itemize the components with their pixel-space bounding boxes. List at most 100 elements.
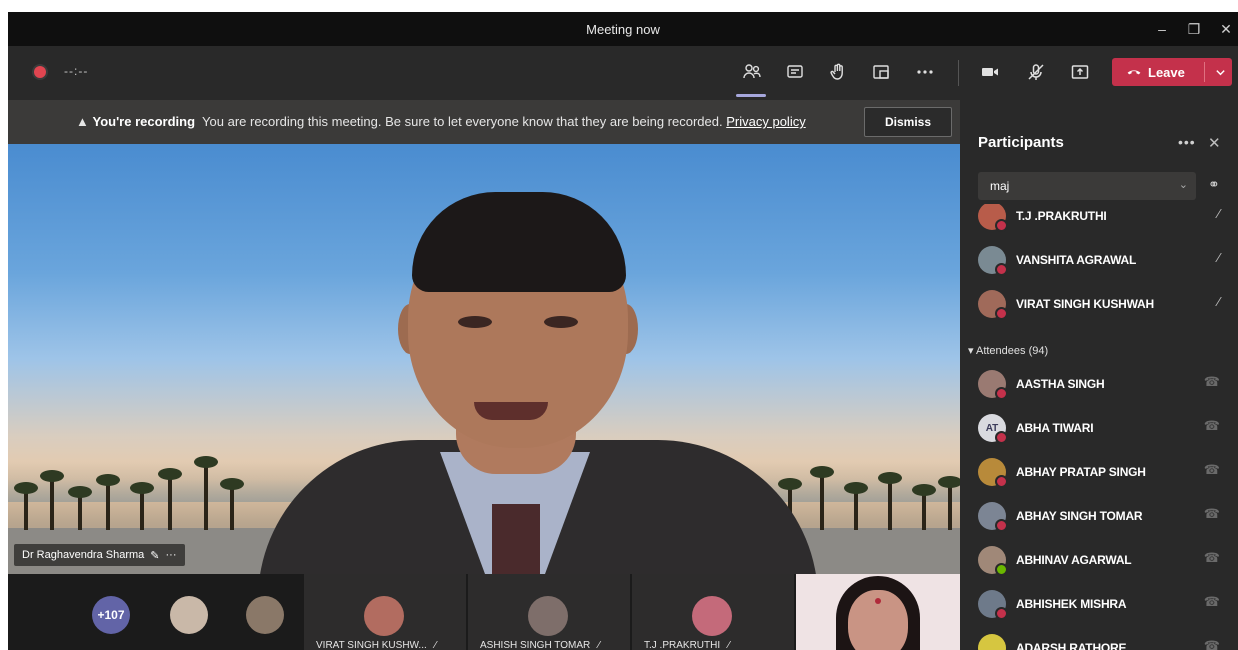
share-link-icon[interactable]: ⚭ — [1208, 176, 1220, 193]
minimize-icon[interactable]: – — [1146, 12, 1178, 46]
tile-label: ASHISH SINGH TOMAR ⁄ — [480, 640, 600, 650]
overflow-count-badge[interactable]: +107 — [92, 596, 130, 634]
more-icon[interactable]: ··· — [166, 549, 177, 561]
raise-hand-icon[interactable] — [824, 58, 852, 86]
chevron-down-icon: ▾ — [968, 345, 974, 357]
rooms-icon[interactable] — [867, 58, 895, 86]
warning-icon: ▲ — [76, 114, 89, 129]
participant-row[interactable]: VIRAT SINGH KUSHWAH ⁄ — [978, 284, 1228, 324]
chevron-down-icon[interactable]: ⌄ — [1179, 178, 1188, 191]
participant-row[interactable]: AT ABHA TIWARI ☎ — [978, 408, 1228, 448]
participant-row[interactable]: T.J .PRAKRUTHI ⁄ — [978, 204, 1228, 236]
mic-off-icon: ⁄ — [1217, 206, 1220, 221]
speaker-eye — [544, 316, 578, 328]
avatar — [364, 596, 404, 636]
pin-icon[interactable]: ✎ — [150, 549, 159, 562]
attendees-section-header[interactable]: ▾ Attendees (94) — [968, 344, 1048, 357]
tile-name: VIRAT SINGH KUSHW... — [316, 640, 427, 650]
more-icon[interactable] — [911, 58, 939, 86]
palm-tree — [220, 478, 244, 530]
participant-name: ABHAY SINGH TOMAR — [1016, 509, 1143, 523]
dismiss-button[interactable]: Dismiss — [864, 107, 952, 137]
recording-title: You're recording — [92, 114, 196, 129]
leave-label: Leave — [1148, 64, 1185, 80]
tile-name: ASHISH SINGH TOMAR — [480, 640, 591, 650]
participant-name: ABHINAV AGARWAL — [1016, 553, 1132, 567]
participant-name: ABHA TIWARI — [1016, 421, 1094, 435]
toolbar-divider — [958, 60, 959, 86]
participant-row[interactable]: VANSHITA AGRAWAL ⁄ — [978, 240, 1228, 280]
hang-up-icon — [1127, 70, 1141, 75]
participant-row[interactable]: ABHAY SINGH TOMAR ☎ — [978, 496, 1228, 536]
avatar — [978, 204, 1008, 232]
avatar — [978, 502, 1008, 532]
close-icon[interactable]: ✕ — [1208, 134, 1221, 152]
active-tab-indicator — [736, 94, 766, 97]
participant-row[interactable]: ADARSH RATHORE ☎ — [978, 628, 1228, 650]
palm-tree — [194, 456, 218, 530]
participant-name: VANSHITA AGRAWAL — [1016, 253, 1137, 267]
mic-off-icon[interactable] — [1022, 58, 1050, 86]
avatar — [978, 290, 1008, 320]
palm-tree — [130, 482, 154, 530]
meeting-timer: --:-- — [64, 64, 89, 78]
participant-row[interactable]: ABHAY PRATAP SINGH ☎ — [978, 452, 1228, 492]
tile-name: T.J .PRAKRUTHI — [644, 640, 721, 650]
chat-icon[interactable] — [781, 58, 809, 86]
mic-off-icon: ⁄ — [1217, 294, 1220, 309]
participant-name: VIRAT SINGH KUSHWAH — [1016, 297, 1154, 311]
avatar[interactable] — [170, 596, 208, 634]
speaker-eye — [458, 316, 492, 328]
palm-tree — [810, 466, 834, 530]
palm-tree — [878, 472, 902, 530]
avatar — [978, 590, 1008, 620]
presence-busy-icon — [995, 431, 1008, 444]
recording-message: You are recording this meeting. Be sure … — [202, 114, 723, 129]
self-video-tile[interactable] — [796, 574, 960, 650]
camera-icon[interactable] — [976, 58, 1004, 86]
speaker-name-tag[interactable]: Dr Raghavendra Sharma ✎ ··· — [14, 544, 185, 566]
avatar — [978, 458, 1008, 488]
participant-tile[interactable]: ASHISH SINGH TOMAR ⁄ — [468, 574, 630, 650]
leave-button[interactable]: Leave — [1112, 58, 1232, 86]
speaker-name: Dr Raghavendra Sharma — [22, 549, 145, 561]
avatar — [978, 370, 1008, 400]
participant-row[interactable]: AASTHA SINGH ☎ — [978, 364, 1228, 404]
palm-tree — [938, 476, 960, 530]
phone-icon: ☎ — [1203, 550, 1220, 565]
participant-row[interactable]: ABHINAV AGARWAL ☎ — [978, 540, 1228, 580]
bindi — [875, 598, 881, 604]
window-title: Meeting now — [586, 21, 660, 37]
presence-busy-icon — [995, 607, 1008, 620]
participant-name: ABHAY PRATAP SINGH — [1016, 465, 1146, 479]
speaker-tie — [492, 504, 540, 574]
title-bar: Meeting now – ❐ ✕ — [8, 12, 1238, 46]
meeting-toolbar: --:-- Leave — [8, 46, 1238, 100]
share-icon[interactable] — [1066, 58, 1094, 86]
more-icon[interactable]: ••• — [1178, 134, 1196, 150]
participant-tile[interactable]: VIRAT SINGH KUSHW... ⁄ — [304, 574, 466, 650]
phone-icon: ☎ — [1203, 638, 1220, 650]
mic-off-icon: ⁄ — [728, 640, 730, 650]
maximize-icon[interactable]: ❐ — [1178, 12, 1210, 46]
tile-label: T.J .PRAKRUTHI ⁄ — [644, 640, 730, 650]
participant-row[interactable]: ABHISHEK MISHRA ☎ — [978, 584, 1228, 624]
people-icon[interactable] — [738, 58, 766, 86]
participant-name: AASTHA SINGH — [1016, 377, 1105, 391]
participant-tile[interactable]: T.J .PRAKRUTHI ⁄ — [632, 574, 794, 650]
avatar — [692, 596, 732, 636]
close-icon[interactable]: ✕ — [1210, 12, 1238, 46]
main-video: Dr Raghavendra Sharma ✎ ··· — [8, 144, 960, 574]
presence-busy-icon — [995, 387, 1008, 400]
recording-banner: ▲ You're recording You are recording thi… — [8, 100, 960, 144]
participant-search-input[interactable]: maj ⌄ — [978, 172, 1196, 200]
presence-busy-icon — [995, 307, 1008, 320]
participant-strip: +107 VIRAT SINGH KUSHW... ⁄ ASHISH SINGH… — [8, 574, 960, 650]
mic-off-icon: ⁄ — [1217, 250, 1220, 265]
avatar — [978, 634, 1006, 650]
palm-tree — [844, 482, 868, 530]
phone-icon: ☎ — [1203, 594, 1220, 609]
privacy-policy-link[interactable]: Privacy policy — [726, 114, 805, 129]
avatar[interactable] — [246, 596, 284, 634]
chevron-down-icon[interactable] — [1208, 58, 1232, 86]
